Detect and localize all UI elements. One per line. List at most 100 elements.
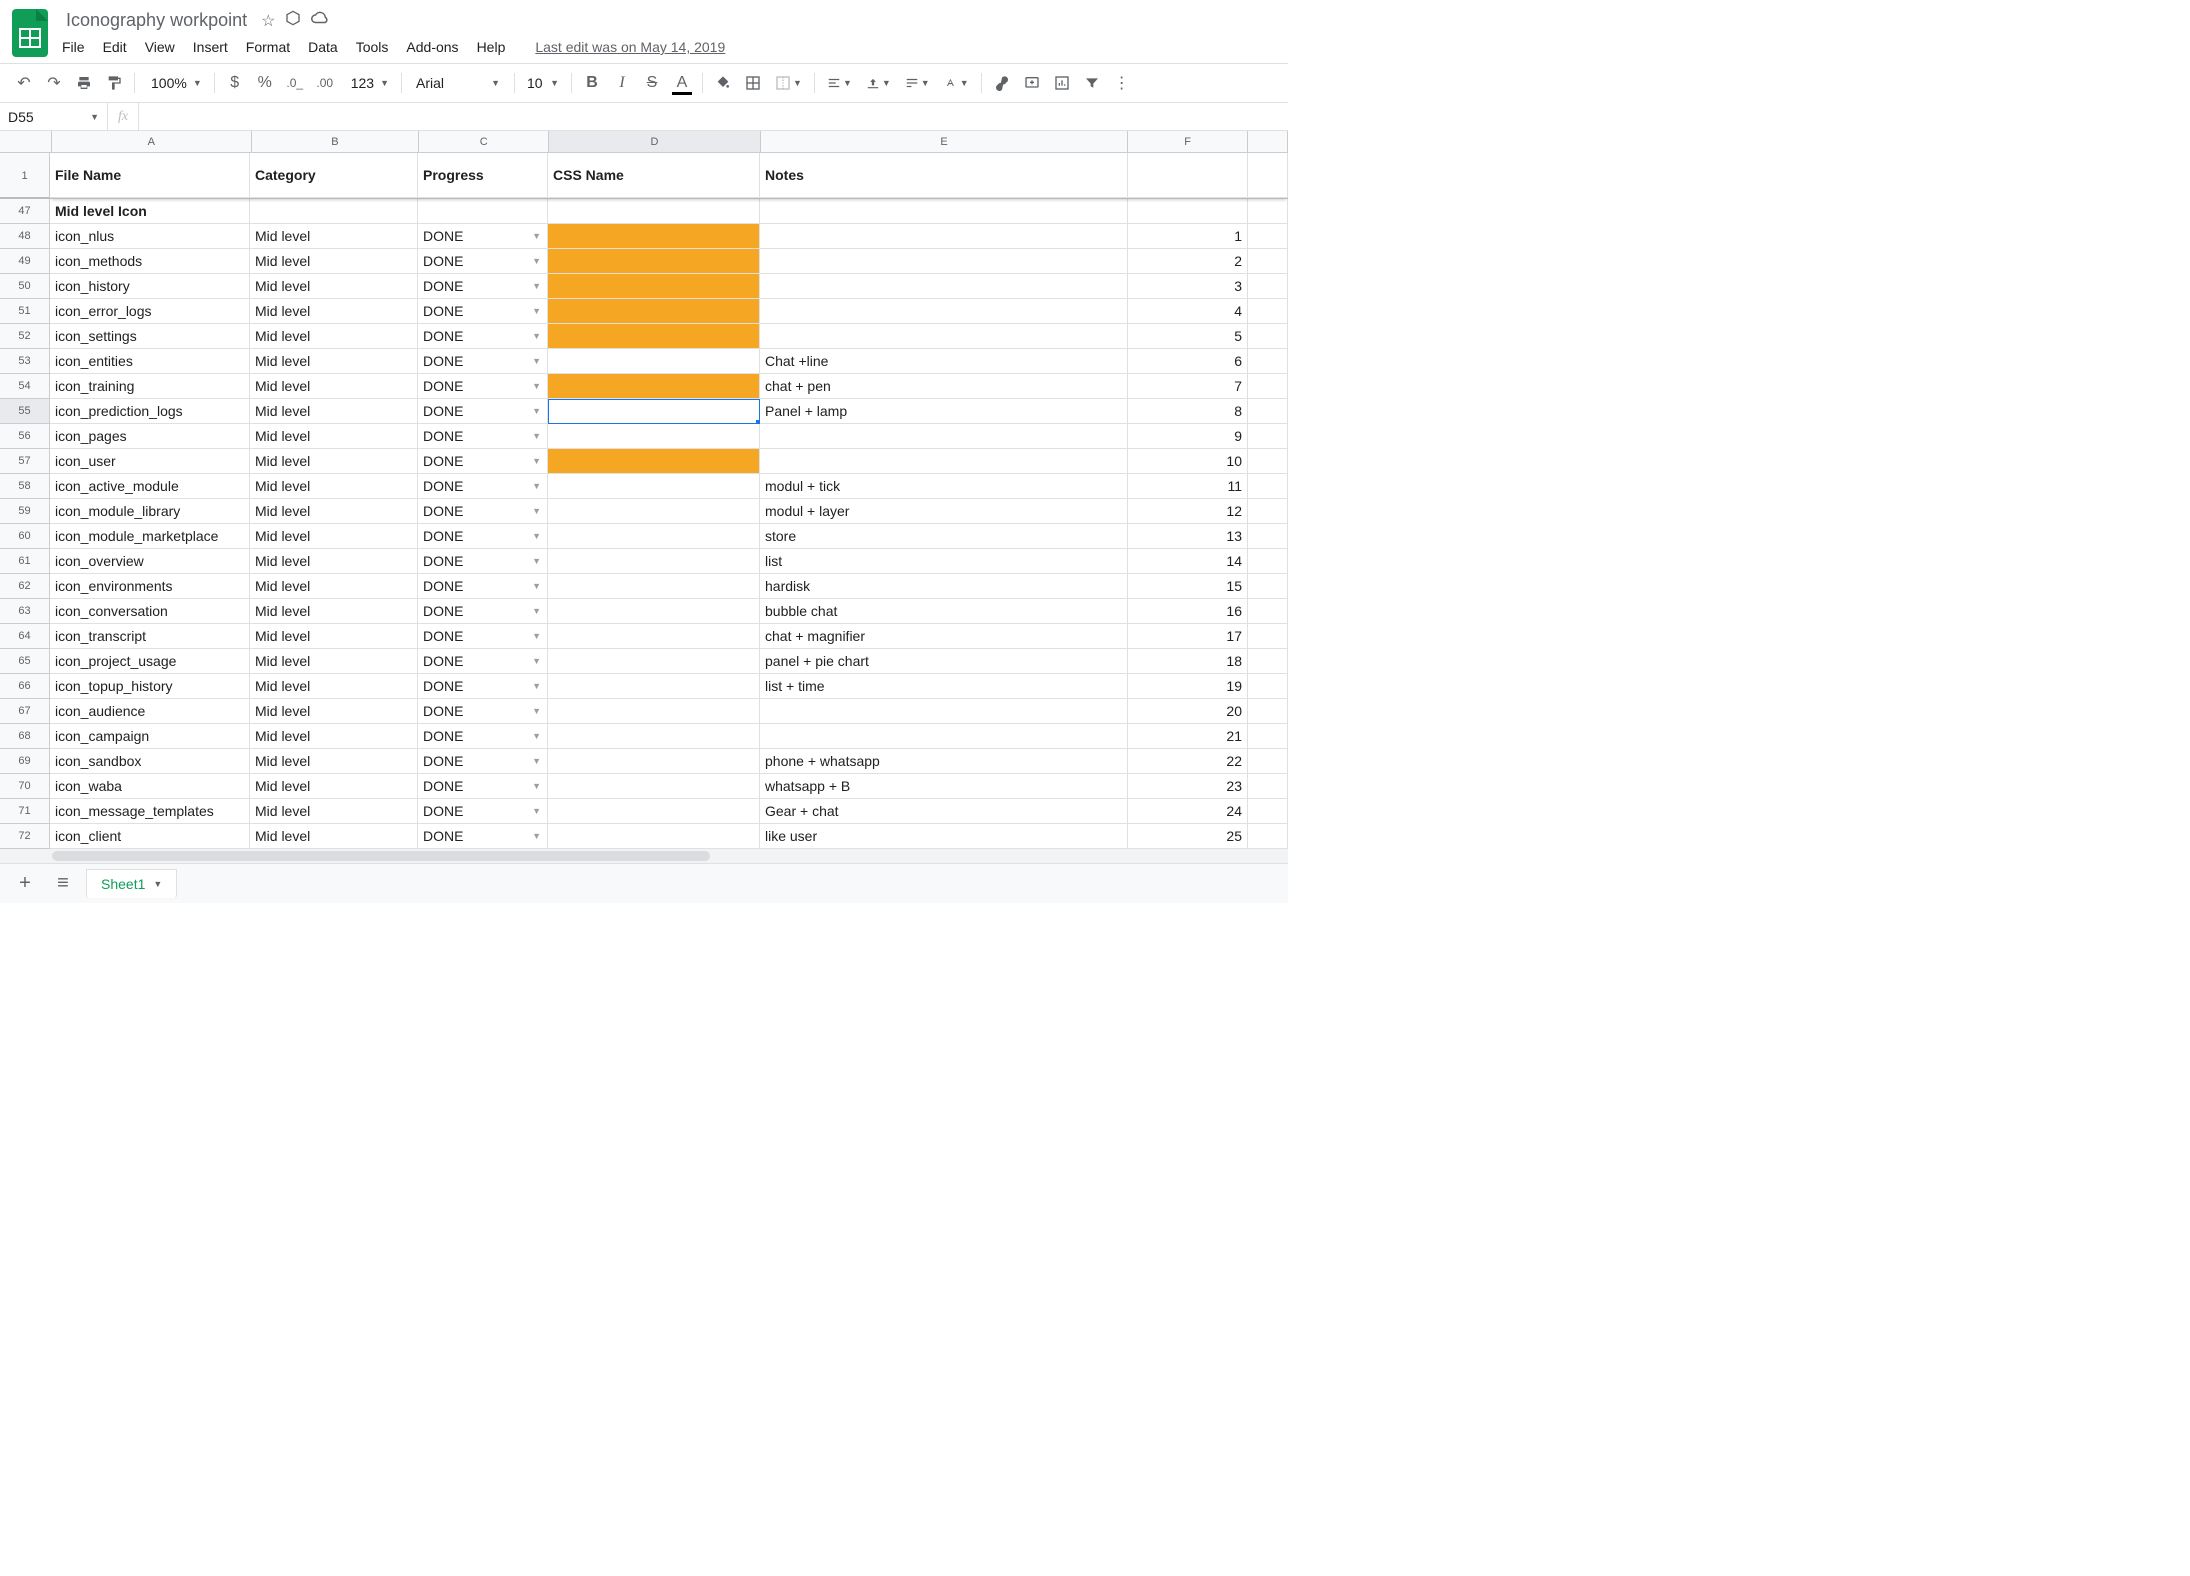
cell[interactable]: DONE▼ [418, 624, 548, 649]
validation-dropdown-icon[interactable]: ▼ [532, 706, 541, 716]
col-header-G[interactable] [1248, 131, 1288, 152]
cell[interactable] [1248, 249, 1288, 274]
cell[interactable]: 9 [1128, 424, 1248, 449]
row-header-54[interactable]: 54 [0, 374, 50, 399]
row-header-56[interactable]: 56 [0, 424, 50, 449]
cell[interactable]: DONE▼ [418, 274, 548, 299]
row-header-58[interactable]: 58 [0, 474, 50, 499]
cell[interactable]: icon_module_marketplace [50, 524, 250, 549]
row-header-67[interactable]: 67 [0, 699, 50, 724]
validation-dropdown-icon[interactable]: ▼ [532, 556, 541, 566]
row-header-71[interactable]: 71 [0, 799, 50, 824]
cell[interactable] [760, 699, 1128, 724]
font-size-dropdown[interactable]: 10▼ [521, 75, 565, 91]
row-header-65[interactable]: 65 [0, 649, 50, 674]
cell[interactable]: Mid level [250, 499, 418, 524]
menu-format[interactable]: Format [246, 39, 290, 55]
validation-dropdown-icon[interactable]: ▼ [532, 506, 541, 516]
cell[interactable]: Mid level Icon [50, 199, 250, 224]
cell[interactable]: 6 [1128, 349, 1248, 374]
cell[interactable]: 3 [1128, 274, 1248, 299]
cell[interactable]: Mid level [250, 224, 418, 249]
cell[interactable] [1248, 724, 1288, 749]
cell[interactable]: 11 [1128, 474, 1248, 499]
row-header-59[interactable]: 59 [0, 499, 50, 524]
cell[interactable]: icon_nlus [50, 224, 250, 249]
cell[interactable]: Mid level [250, 424, 418, 449]
cell[interactable] [548, 724, 760, 749]
validation-dropdown-icon[interactable]: ▼ [532, 456, 541, 466]
validation-dropdown-icon[interactable]: ▼ [532, 681, 541, 691]
cell[interactable] [548, 774, 760, 799]
cell[interactable]: DONE▼ [418, 799, 548, 824]
cell[interactable]: icon_history [50, 274, 250, 299]
menu-help[interactable]: Help [477, 39, 506, 55]
all-sheets-button[interactable]: ≡ [48, 869, 78, 899]
menu-edit[interactable]: Edit [103, 39, 127, 55]
cell[interactable] [1248, 574, 1288, 599]
cell[interactable] [548, 674, 760, 699]
validation-dropdown-icon[interactable]: ▼ [532, 731, 541, 741]
menu-view[interactable]: View [145, 39, 175, 55]
cell[interactable]: Mid level [250, 374, 418, 399]
cell[interactable] [548, 474, 760, 499]
cell[interactable] [548, 599, 760, 624]
cell[interactable]: icon_campaign [50, 724, 250, 749]
sheet-tab[interactable]: Sheet1▼ [86, 869, 177, 898]
cell[interactable]: icon_user [50, 449, 250, 474]
validation-dropdown-icon[interactable]: ▼ [532, 381, 541, 391]
cell[interactable]: Mid level [250, 649, 418, 674]
text-color-icon[interactable]: A [668, 69, 696, 97]
fill-color-icon[interactable] [709, 69, 737, 97]
insert-chart-icon[interactable] [1048, 69, 1076, 97]
cell[interactable] [1248, 224, 1288, 249]
paint-format-icon[interactable] [100, 69, 128, 97]
cell[interactable] [1128, 199, 1248, 224]
validation-dropdown-icon[interactable]: ▼ [532, 231, 541, 241]
validation-dropdown-icon[interactable]: ▼ [532, 356, 541, 366]
cell[interactable] [760, 324, 1128, 349]
row-header-72[interactable]: 72 [0, 824, 50, 849]
cell[interactable]: icon_prediction_logs [50, 399, 250, 424]
increase-decimal-icon[interactable]: .00 [311, 69, 339, 97]
cell[interactable]: like user [760, 824, 1128, 849]
zoom-dropdown[interactable]: 100%▼ [141, 75, 208, 91]
cell[interactable]: icon_error_logs [50, 299, 250, 324]
menu-add-ons[interactable]: Add-ons [406, 39, 458, 55]
cell[interactable]: DONE▼ [418, 674, 548, 699]
last-edit-link[interactable]: Last edit was on May 14, 2019 [535, 39, 725, 55]
cell[interactable]: whatsapp + B [760, 774, 1128, 799]
cell[interactable]: icon_pages [50, 424, 250, 449]
cell[interactable]: modul + tick [760, 474, 1128, 499]
cell[interactable]: Category [250, 153, 418, 198]
cell[interactable]: 10 [1128, 449, 1248, 474]
validation-dropdown-icon[interactable]: ▼ [532, 531, 541, 541]
cell[interactable]: 23 [1128, 774, 1248, 799]
cell[interactable]: icon_methods [50, 249, 250, 274]
cell[interactable]: icon_topup_history [50, 674, 250, 699]
cell[interactable] [548, 224, 760, 249]
cell[interactable] [1248, 524, 1288, 549]
row-header-69[interactable]: 69 [0, 749, 50, 774]
cell[interactable]: icon_entities [50, 349, 250, 374]
cell[interactable] [760, 424, 1128, 449]
row-header-61[interactable]: 61 [0, 549, 50, 574]
cell[interactable]: 21 [1128, 724, 1248, 749]
undo-icon[interactable]: ↶ [10, 69, 38, 97]
cell[interactable]: 18 [1128, 649, 1248, 674]
row-header-1[interactable]: 1 [0, 153, 50, 199]
cell[interactable]: DONE▼ [418, 724, 548, 749]
row-header-60[interactable]: 60 [0, 524, 50, 549]
row-header-66[interactable]: 66 [0, 674, 50, 699]
col-header-A[interactable]: A [52, 131, 252, 152]
cell[interactable]: DONE▼ [418, 324, 548, 349]
cell[interactable]: chat + magnifier [760, 624, 1128, 649]
cell[interactable] [548, 449, 760, 474]
cell[interactable]: panel + pie chart [760, 649, 1128, 674]
cell[interactable]: DONE▼ [418, 249, 548, 274]
validation-dropdown-icon[interactable]: ▼ [532, 781, 541, 791]
star-icon[interactable]: ☆ [261, 11, 275, 31]
cell[interactable] [1248, 549, 1288, 574]
cell[interactable]: DONE▼ [418, 749, 548, 774]
cell[interactable] [1248, 499, 1288, 524]
